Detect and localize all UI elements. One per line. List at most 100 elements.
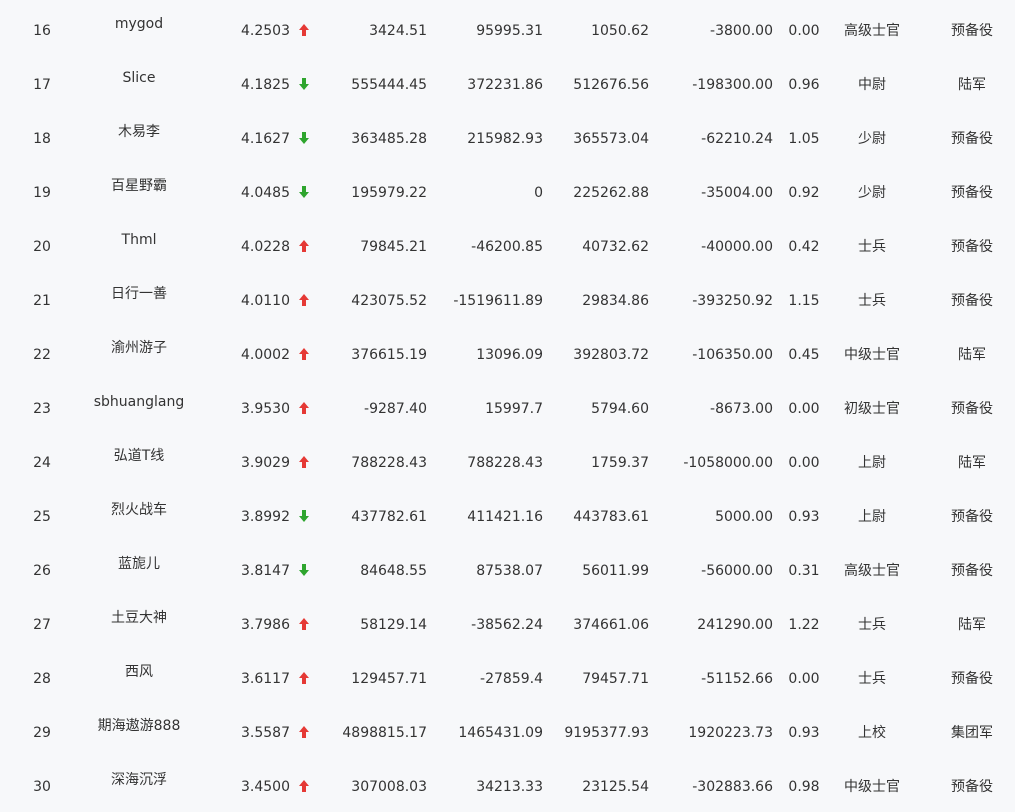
trader-name-cell[interactable]: 百星野霸 bbox=[64, 177, 214, 195]
military-rank-cell: 士兵 bbox=[858, 617, 886, 633]
table-row: 29 期海遨游888 3.5587 4898815.17 1465431.09 … bbox=[0, 702, 1015, 756]
rank-cell: 20 bbox=[33, 239, 51, 255]
rank-cell: 27 bbox=[33, 617, 51, 633]
rank-cell: 19 bbox=[33, 185, 51, 201]
arrow-down-icon bbox=[298, 131, 310, 147]
ratio-cell: 0.00 bbox=[788, 671, 820, 687]
table-row: 26 蓝旎儿 3.8147 84648.55 87538.07 56011.99… bbox=[0, 540, 1015, 594]
trader-name-cell[interactable]: Thml bbox=[64, 231, 214, 249]
value-cell-2: 0 bbox=[534, 185, 543, 201]
rank-cell: 23 bbox=[33, 401, 51, 417]
trader-name-cell[interactable]: 弘道T线 bbox=[64, 447, 214, 465]
unit-cell: 预备役 bbox=[951, 185, 993, 201]
value-cell-2: 95995.31 bbox=[476, 23, 543, 39]
total-profit-cell: 376615.19 bbox=[351, 347, 427, 363]
rank-cell: 16 bbox=[33, 23, 51, 39]
score-cell: 4.0228 bbox=[241, 239, 290, 255]
military-rank-cell: 中尉 bbox=[858, 77, 886, 93]
score-cell: 3.7986 bbox=[241, 617, 290, 633]
ratio-cell: 0.96 bbox=[788, 77, 820, 93]
score-cell: 3.6117 bbox=[241, 671, 290, 687]
arrow-down-icon bbox=[298, 509, 310, 525]
rank-cell: 24 bbox=[33, 455, 51, 471]
unit-cell: 预备役 bbox=[951, 239, 993, 255]
rank-cell: 18 bbox=[33, 131, 51, 147]
military-rank-cell: 初级士官 bbox=[844, 401, 900, 417]
table-row: 27 土豆大神 3.7986 58129.14 -38562.24 374661… bbox=[0, 594, 1015, 648]
trader-name-cell[interactable]: 木易李 bbox=[64, 123, 214, 141]
rank-cell: 25 bbox=[33, 509, 51, 525]
total-profit-cell: 363485.28 bbox=[351, 131, 427, 147]
value-cell-3: 374661.06 bbox=[573, 617, 649, 633]
ratio-cell: 1.22 bbox=[788, 617, 820, 633]
value-cell-4: -198300.00 bbox=[692, 77, 773, 93]
trader-name-cell[interactable]: sbhuanglang bbox=[64, 393, 214, 411]
table-row: 20 Thml 4.0228 79845.21 -46200.85 40732.… bbox=[0, 216, 1015, 270]
trader-name-cell[interactable]: 西风 bbox=[64, 663, 214, 681]
trader-name-cell[interactable]: 渝州游子 bbox=[64, 339, 214, 357]
military-rank-cell: 上校 bbox=[858, 725, 886, 741]
value-cell-4: -40000.00 bbox=[701, 239, 773, 255]
score-cell: 3.5587 bbox=[241, 725, 290, 741]
trader-name-cell[interactable]: Slice bbox=[64, 69, 214, 87]
score-cell: 4.0485 bbox=[241, 185, 290, 201]
total-profit-cell: 129457.71 bbox=[351, 671, 427, 687]
total-profit-cell: 79845.21 bbox=[360, 239, 427, 255]
trader-name-cell[interactable]: 烈火战车 bbox=[64, 501, 214, 519]
trader-name-cell[interactable]: mygod bbox=[64, 15, 214, 33]
value-cell-3: 1759.37 bbox=[591, 455, 649, 471]
rank-cell: 21 bbox=[33, 293, 51, 309]
trader-name-cell[interactable]: 土豆大神 bbox=[64, 609, 214, 627]
unit-cell: 预备役 bbox=[951, 131, 993, 147]
arrow-up-icon bbox=[298, 617, 310, 633]
military-rank-cell: 中级士官 bbox=[844, 347, 900, 363]
ratio-cell: 0.00 bbox=[788, 455, 820, 471]
value-cell-4: 1920223.73 bbox=[688, 725, 773, 741]
rank-cell: 30 bbox=[33, 779, 51, 795]
arrow-up-icon bbox=[298, 239, 310, 255]
total-profit-cell: 195979.22 bbox=[351, 185, 427, 201]
value-cell-4: -56000.00 bbox=[701, 563, 773, 579]
total-profit-cell: 437782.61 bbox=[351, 509, 427, 525]
ratio-cell: 0.45 bbox=[788, 347, 820, 363]
score-cell: 4.0002 bbox=[241, 347, 290, 363]
unit-cell: 陆军 bbox=[958, 617, 986, 633]
total-profit-cell: 307008.03 bbox=[351, 779, 427, 795]
value-cell-2: -1519611.89 bbox=[453, 293, 543, 309]
value-cell-4: -106350.00 bbox=[692, 347, 773, 363]
arrow-down-icon bbox=[298, 563, 310, 579]
trader-name-cell[interactable]: 蓝旎儿 bbox=[64, 555, 214, 573]
military-rank-cell: 高级士官 bbox=[844, 23, 900, 39]
total-profit-cell: 3424.51 bbox=[369, 23, 427, 39]
unit-cell: 预备役 bbox=[951, 23, 993, 39]
trader-name-cell[interactable]: 期海遨游888 bbox=[64, 717, 214, 735]
value-cell-2: -38562.24 bbox=[471, 617, 543, 633]
trader-name-cell[interactable]: 深海沉浮 bbox=[64, 771, 214, 789]
table-row: 17 Slice 4.1825 555444.45 372231.86 5126… bbox=[0, 54, 1015, 108]
military-rank-cell: 上尉 bbox=[858, 455, 886, 471]
table-row: 25 烈火战车 3.8992 437782.61 411421.16 44378… bbox=[0, 486, 1015, 540]
table-row: 22 渝州游子 4.0002 376615.19 13096.09 392803… bbox=[0, 324, 1015, 378]
total-profit-cell: 788228.43 bbox=[351, 455, 427, 471]
table-row: 21 日行一善 4.0110 423075.52 -1519611.89 298… bbox=[0, 270, 1015, 324]
value-cell-2: 87538.07 bbox=[476, 563, 543, 579]
arrow-up-icon bbox=[298, 455, 310, 471]
table-row: 23 sbhuanglang 3.9530 -9287.40 15997.7 5… bbox=[0, 378, 1015, 432]
score-cell: 4.0110 bbox=[241, 293, 290, 309]
value-cell-4: -62210.24 bbox=[701, 131, 773, 147]
value-cell-2: 372231.86 bbox=[467, 77, 543, 93]
value-cell-4: -302883.66 bbox=[692, 779, 773, 795]
unit-cell: 预备役 bbox=[951, 509, 993, 525]
unit-cell: 陆军 bbox=[958, 347, 986, 363]
ratio-cell: 0.98 bbox=[788, 779, 820, 795]
value-cell-2: 411421.16 bbox=[467, 509, 543, 525]
military-rank-cell: 士兵 bbox=[858, 671, 886, 687]
value-cell-4: 241290.00 bbox=[697, 617, 773, 633]
unit-cell: 预备役 bbox=[951, 563, 993, 579]
value-cell-3: 9195377.93 bbox=[564, 725, 649, 741]
value-cell-2: 13096.09 bbox=[476, 347, 543, 363]
military-rank-cell: 士兵 bbox=[858, 239, 886, 255]
trader-name-cell[interactable]: 日行一善 bbox=[64, 285, 214, 303]
arrow-up-icon bbox=[298, 401, 310, 417]
ratio-cell: 1.15 bbox=[788, 293, 820, 309]
